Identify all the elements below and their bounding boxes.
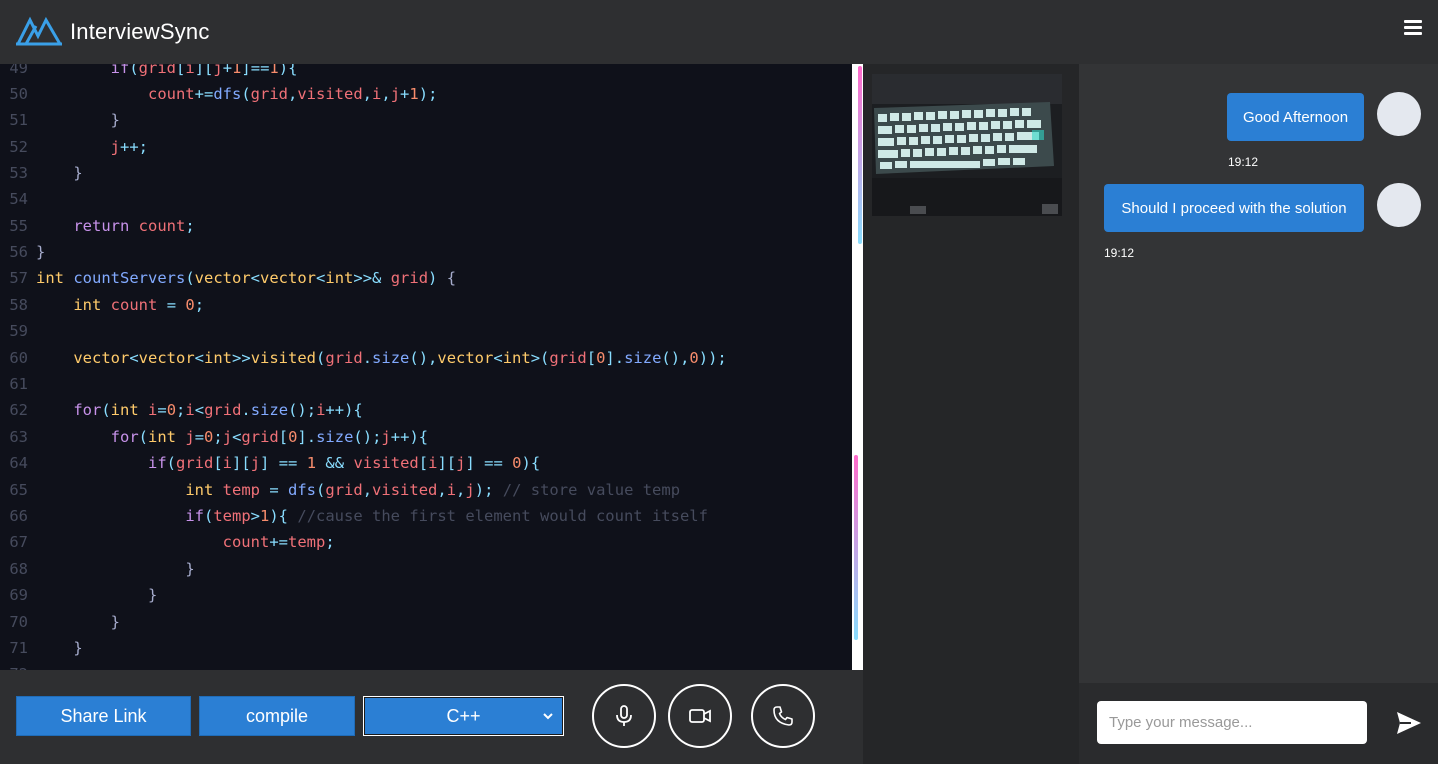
camera-feed-image	[872, 74, 1062, 216]
video-camera-icon	[689, 709, 711, 723]
avatar	[1377, 183, 1421, 227]
compile-button[interactable]: compile	[199, 696, 355, 736]
microphone-button[interactable]	[592, 684, 656, 748]
hamburger-menu-icon[interactable]	[1404, 20, 1422, 38]
app-header: InterviewSync	[0, 0, 1438, 64]
scrollbar-thumb[interactable]	[858, 66, 862, 244]
microphone-icon	[616, 705, 632, 726]
language-select[interactable]: C++	[363, 696, 564, 736]
message-timestamp: 19:12	[1104, 246, 1135, 260]
avatar	[1377, 92, 1421, 136]
logo-icon	[16, 16, 62, 46]
phone-icon	[773, 706, 793, 726]
app-title: InterviewSync	[70, 19, 210, 44]
language-select-value: C++	[446, 705, 481, 726]
call-button[interactable]	[751, 684, 815, 748]
scrollbar-thumb-secondary[interactable]	[854, 455, 858, 640]
chat-panel	[1079, 64, 1438, 683]
message-timestamp: 19:12	[1228, 155, 1259, 169]
video-toggle-button[interactable]	[668, 684, 732, 748]
code-editor[interactable]: 49 if(grid[i][j+1]==1){ 50 count+=dfs(gr…	[0, 64, 852, 670]
chevron-down-icon	[543, 713, 553, 720]
camera-feed	[872, 74, 1062, 216]
send-icon[interactable]	[1395, 710, 1423, 736]
chat-message-bubble: Should I proceed with the solution	[1104, 184, 1364, 232]
chat-message-input[interactable]	[1097, 701, 1367, 744]
chat-message-bubble: Good Afternoon	[1227, 93, 1364, 141]
share-link-button[interactable]: Share Link	[16, 696, 191, 736]
